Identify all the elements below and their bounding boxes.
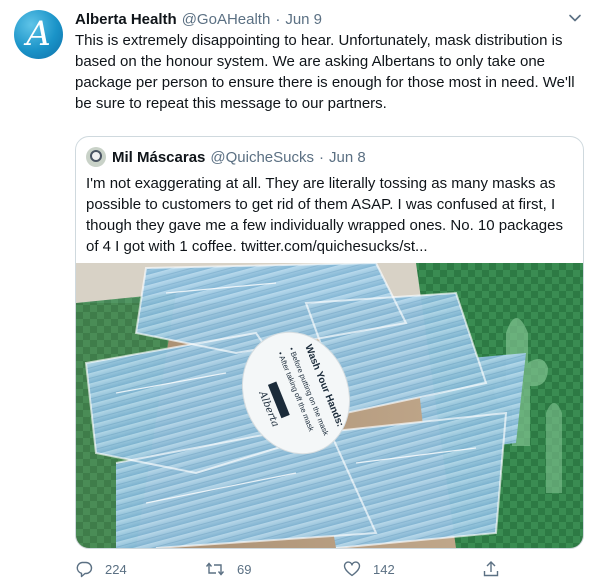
tweet: A Alberta Health @GoAHealth · Jun 9 This… — [0, 0, 599, 586]
alberta-logo-icon: A — [26, 13, 51, 54]
reply-count: 224 — [105, 561, 127, 577]
chevron-down-icon[interactable] — [565, 8, 585, 28]
share-icon — [483, 561, 499, 577]
tweet-date[interactable]: Jun 9 — [285, 11, 322, 28]
tweet-header: Alberta Health @GoAHealth · Jun 9 — [75, 9, 322, 29]
share-button[interactable] — [482, 559, 500, 579]
author-handle[interactable]: @GoAHealth — [182, 11, 271, 28]
quoted-separator-dot: · — [319, 148, 324, 166]
tweet-text: This is extremely disappointing to hear.… — [75, 32, 575, 112]
quoted-author-handle: @QuicheSucks — [210, 148, 314, 166]
author-name[interactable]: Alberta Health — [75, 11, 177, 28]
avatar[interactable]: A — [14, 10, 63, 59]
separator-dot: · — [275, 10, 281, 28]
quoted-photo[interactable]: Wash Your Hands: • Before putting on the… — [76, 263, 583, 548]
retweet-count: 69 — [237, 561, 252, 577]
retweet-button[interactable]: 69 — [205, 559, 251, 579]
quoted-header: Mil Máscaras @QuicheSucks · Jun 8 — [86, 147, 366, 167]
quoted-tweet[interactable]: Mil Máscaras @QuicheSucks · Jun 8 I'm no… — [75, 136, 584, 549]
reply-icon — [76, 561, 93, 578]
quoted-author-name: Mil Máscaras — [112, 148, 206, 166]
like-count: 142 — [373, 561, 395, 577]
reply-button[interactable]: 224 — [75, 559, 127, 579]
quoted-avatar — [86, 147, 106, 167]
heart-icon — [343, 561, 361, 577]
quoted-text: I'm not exaggerating at all. They are li… — [86, 175, 563, 255]
tweet-actions: 224 69 142 — [75, 559, 585, 579]
quoted-date: Jun 8 — [329, 148, 366, 166]
like-button[interactable]: 142 — [343, 559, 395, 579]
retweet-icon — [205, 562, 225, 576]
